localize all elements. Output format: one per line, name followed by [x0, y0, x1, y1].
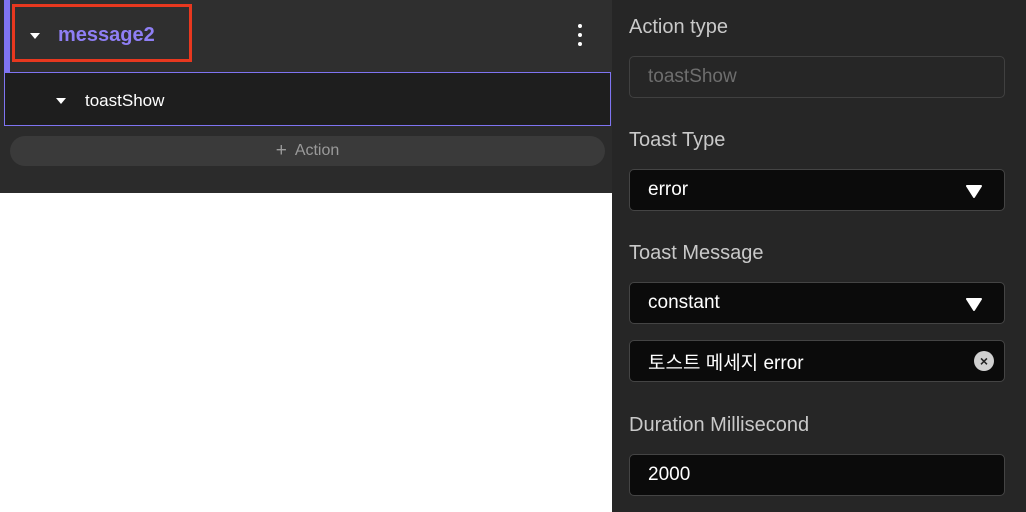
action-name: toastShow	[85, 91, 165, 110]
caret-down-icon[interactable]	[56, 98, 66, 104]
add-action-label: Action	[294, 142, 340, 159]
action-row[interactable]: toastShow	[4, 72, 611, 126]
duration-label: Duration Millisecond	[629, 414, 810, 436]
action-type-value: toastShow	[648, 66, 737, 87]
highlight-box	[12, 4, 192, 62]
dropdown-arrow-icon	[966, 298, 982, 311]
toast-type-value: error	[648, 179, 689, 200]
duration-input[interactable]: 2000	[629, 454, 1005, 496]
duration-value: 2000	[648, 464, 691, 485]
add-action-button[interactable]: + Action	[10, 136, 605, 166]
actions-tree-panel: message2 toastShow + Action	[0, 0, 612, 193]
plus-icon: +	[275, 140, 287, 161]
action-type-label: Action type	[629, 16, 728, 38]
clear-icon[interactable]: ×	[974, 351, 994, 371]
toast-message-input[interactable]: 토스트 메세지 error ×	[629, 340, 1005, 382]
toast-message-value: 토스트 메세지 error	[648, 352, 804, 374]
dropdown-arrow-icon	[966, 185, 982, 198]
action-type-field: toastShow	[629, 56, 1005, 98]
kebab-icon[interactable]	[574, 24, 586, 48]
toast-message-mode-select[interactable]: constant	[629, 282, 1005, 324]
toast-message-mode-value: constant	[648, 292, 720, 313]
action-properties-panel: Action type toastShow Toast Type error T…	[612, 0, 1026, 512]
toast-type-label: Toast Type	[629, 129, 726, 151]
toast-message-label: Toast Message	[629, 242, 764, 264]
toast-type-select[interactable]: error	[629, 169, 1005, 211]
